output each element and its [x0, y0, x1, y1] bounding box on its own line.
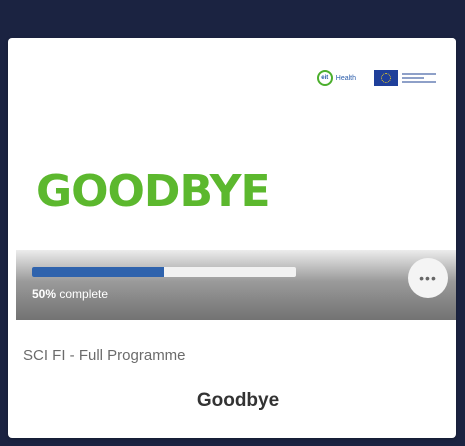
- progress-percent: 50%: [32, 287, 57, 301]
- banner-title: GOODBYE: [36, 166, 270, 217]
- eu-flag-logo: [374, 70, 436, 86]
- progress-bar-fill: [32, 267, 164, 277]
- progress-bar: [32, 267, 296, 277]
- eit-health-logo: eit Health: [316, 70, 356, 86]
- course-title[interactable]: Goodbye: [8, 390, 456, 412]
- progress-label: 50% complete: [32, 287, 108, 301]
- partner-logos: eit Health: [316, 70, 436, 86]
- eit-health-icon: eit: [316, 70, 333, 86]
- more-dots-icon: •••: [419, 270, 437, 286]
- eu-flag-icon: [374, 70, 398, 86]
- eu-funding-text: [402, 73, 436, 83]
- more-options-button[interactable]: •••: [408, 258, 448, 298]
- progress-suffix: complete: [59, 287, 109, 301]
- program-name: SCI FI - Full Programme: [23, 347, 186, 364]
- eit-health-wordmark: Health: [335, 74, 356, 82]
- progress-overlay: 50% complete •••: [16, 250, 456, 320]
- course-card[interactable]: eit Health GOODBYE 50% complete ••• SCI …: [8, 38, 456, 438]
